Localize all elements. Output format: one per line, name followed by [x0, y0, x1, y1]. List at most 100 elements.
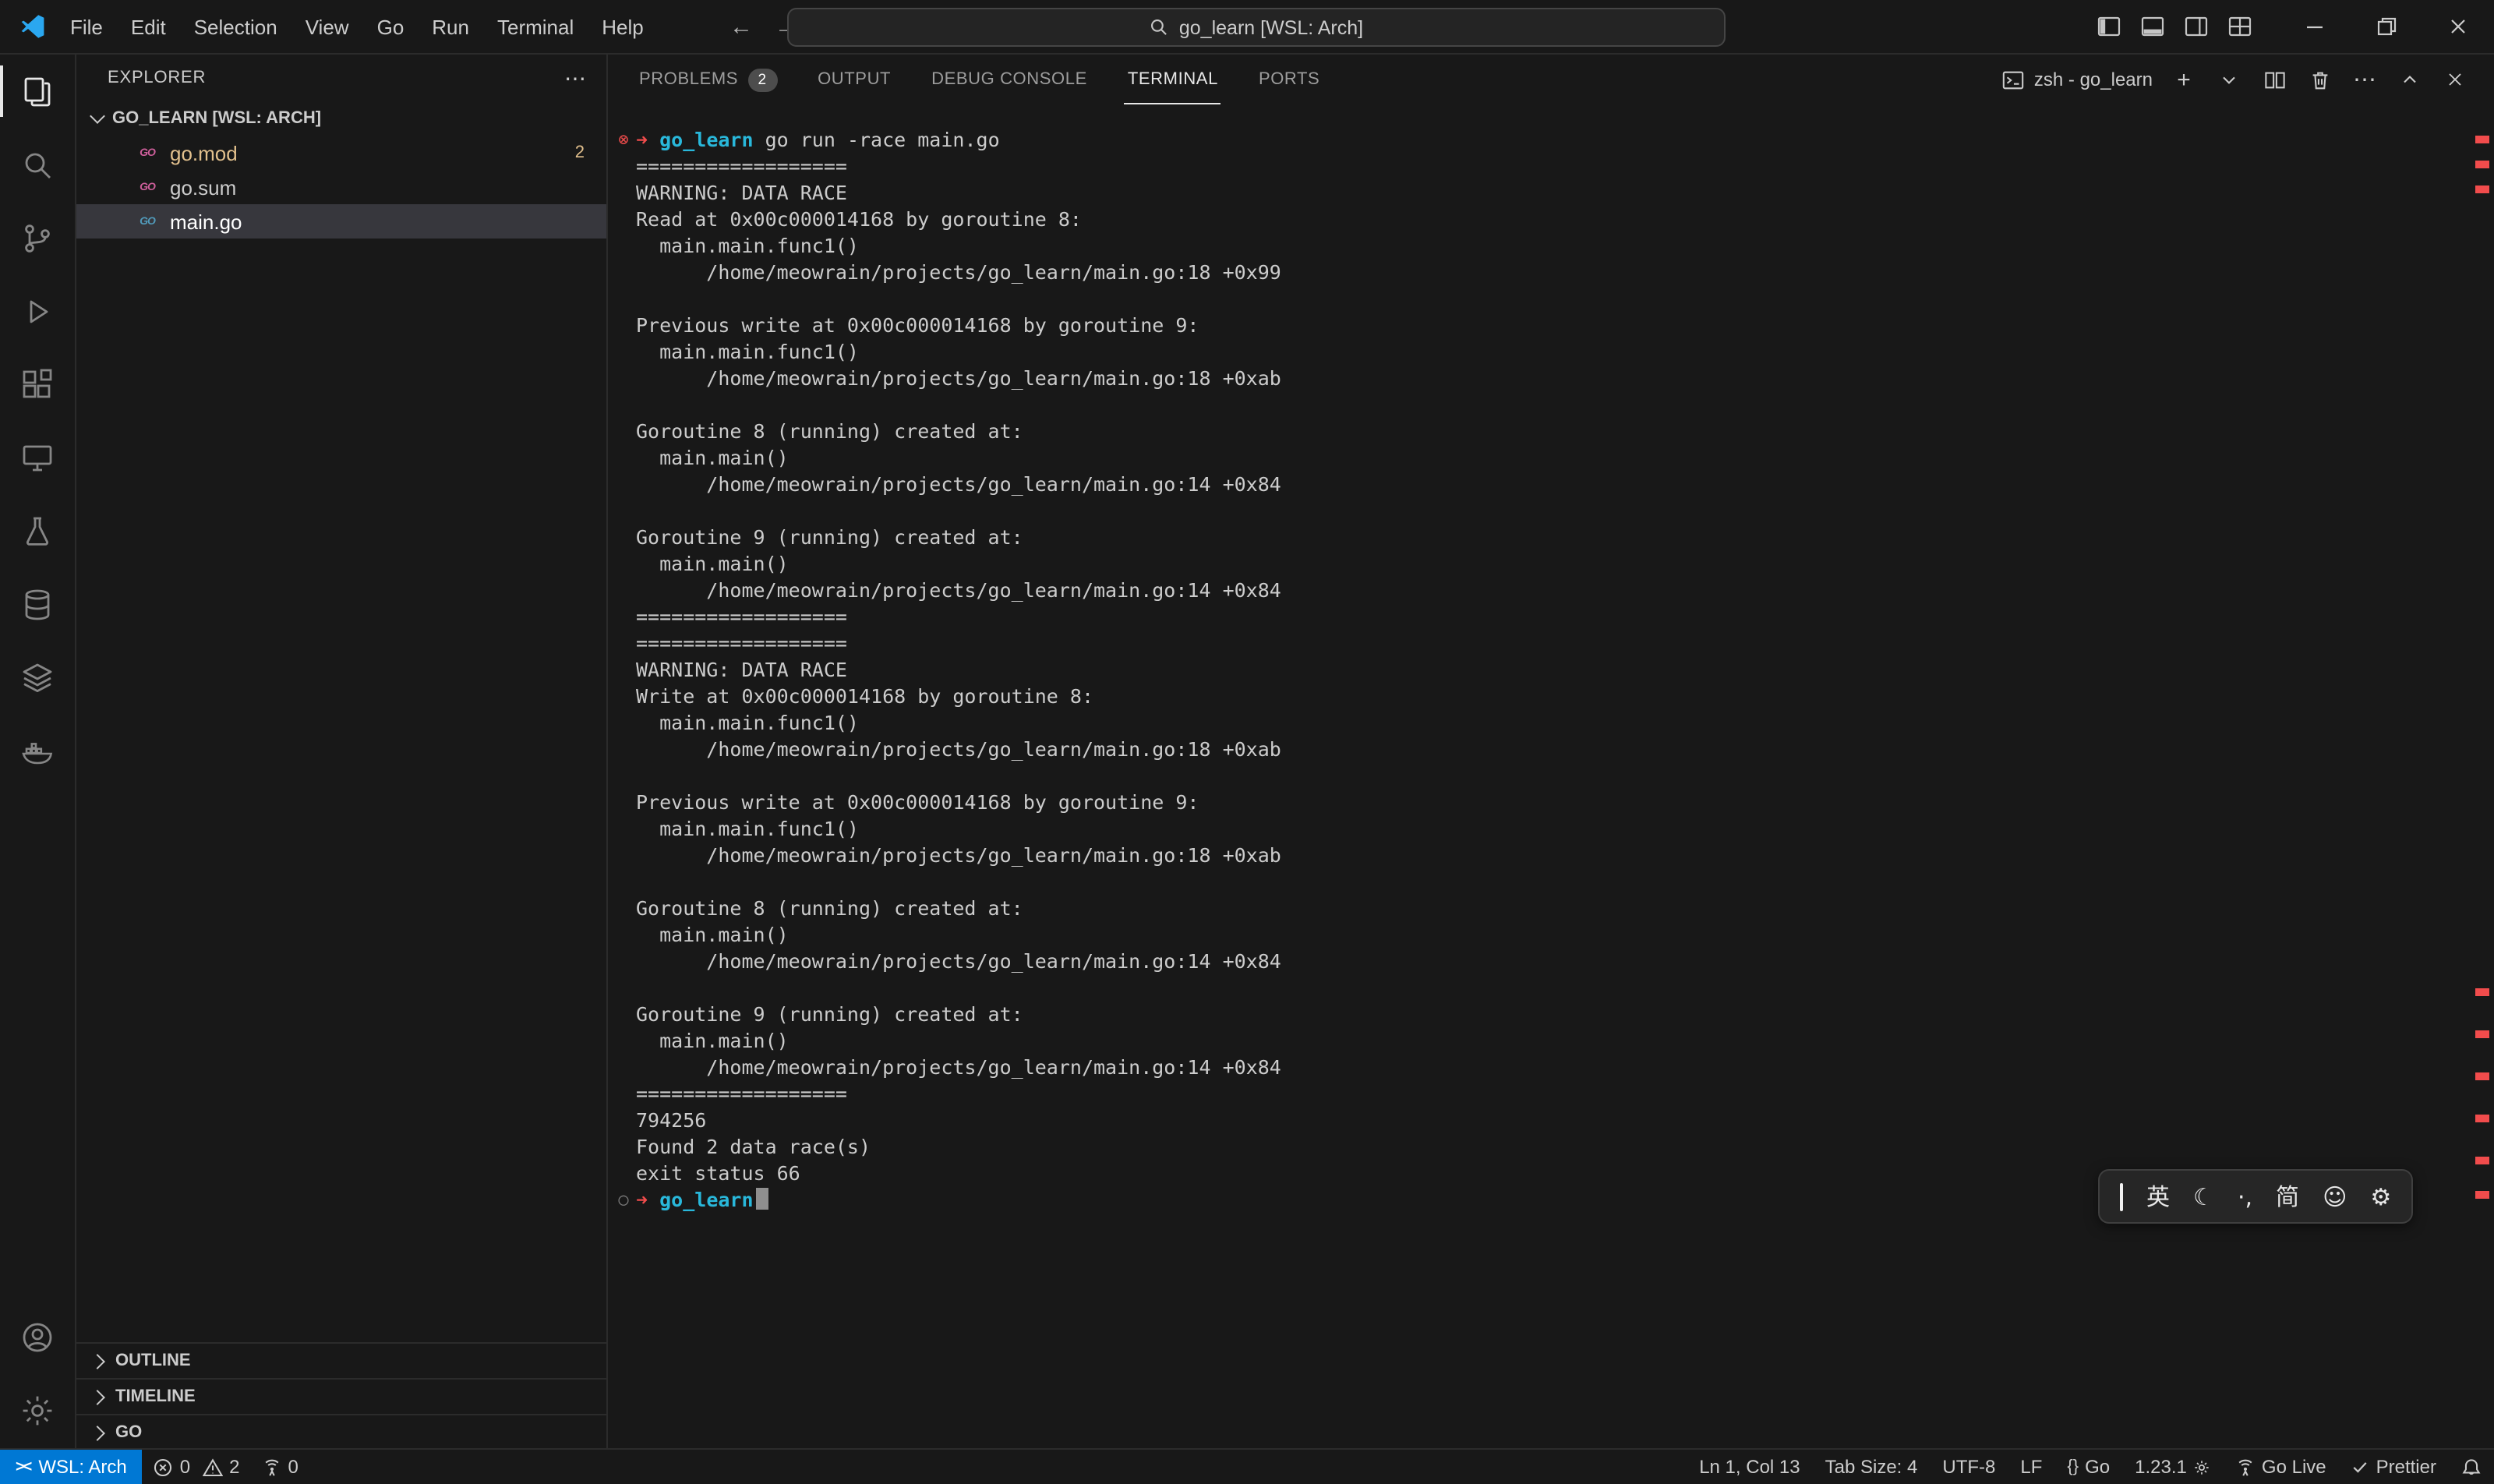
minimize-button[interactable]	[2279, 0, 2351, 53]
language-mode[interactable]: {} Go	[2054, 1450, 2122, 1484]
terminal-line	[636, 285, 2469, 312]
notifications-bell[interactable]	[2449, 1450, 2494, 1484]
source-control-icon[interactable]	[0, 201, 75, 274]
error-count: 0	[180, 1456, 190, 1478]
menubar: File Edit Selection View Go Run Terminal…	[56, 9, 658, 44]
go-file-icon: GO	[136, 147, 159, 158]
terminal-line: main.main()	[636, 921, 2469, 948]
toggle-secondary-sidebar-icon[interactable]	[2179, 9, 2213, 44]
error-mark	[2475, 1191, 2489, 1199]
terminal-line	[636, 868, 2469, 895]
split-terminal-icon[interactable]	[2260, 65, 2288, 94]
tab-ports[interactable]: PORTS	[1256, 55, 1323, 104]
command-decoration[interactable]: ○	[613, 1188, 634, 1211]
terminal-line: /home/meowrain/projects/go_learn/main.go…	[636, 948, 2469, 974]
ime-toolbar: 英 ☾ ·, 简 ☺ ⚙	[2098, 1169, 2413, 1224]
file-list: GOgo.mod2GOgo.sumGOmain.go	[76, 136, 606, 238]
search-text: go_learn [WSL: Arch]	[1179, 16, 1363, 38]
cursor-position[interactable]: Ln 1, Col 13	[1687, 1450, 1812, 1484]
menu-help[interactable]: Help	[588, 9, 658, 44]
problems-status[interactable]: 0 2	[143, 1450, 251, 1484]
testing-icon[interactable]	[0, 494, 75, 567]
settings-gear-icon[interactable]	[0, 1373, 75, 1447]
terminal-profile-dropdown-icon[interactable]	[2215, 65, 2243, 94]
menu-selection[interactable]: Selection	[180, 9, 291, 44]
error-mark	[2475, 161, 2489, 168]
extensions-icon[interactable]	[0, 348, 75, 421]
tab-debug-console[interactable]: DEBUG CONSOLE	[928, 55, 1090, 104]
customize-layout-icon[interactable]	[2223, 9, 2257, 44]
file-main.go[interactable]: GOmain.go	[76, 204, 606, 238]
tab-problems[interactable]: PROBLEMS 2	[636, 55, 780, 104]
tab-problems-label: PROBLEMS	[639, 70, 738, 89]
close-panel-icon[interactable]	[2441, 65, 2469, 94]
ime-moon-icon[interactable]: ☾	[2193, 1182, 2214, 1210]
command-center-search[interactable]: go_learn [WSL: Arch]	[787, 8, 1726, 47]
ime-punctuation-icon[interactable]: ·,	[2238, 1182, 2252, 1210]
menu-go[interactable]: Go	[363, 9, 419, 44]
ports-status[interactable]: 0	[251, 1450, 309, 1484]
file-go.sum[interactable]: GOgo.sum	[76, 170, 606, 204]
workspace-root-folder[interactable]: GO_LEARN [WSL: ARCH]	[76, 101, 606, 136]
section-go[interactable]: GO	[76, 1414, 606, 1450]
new-terminal-icon[interactable]: +	[2170, 65, 2198, 94]
remote-explorer-icon[interactable]	[0, 421, 75, 494]
tab-terminal[interactable]: TERMINAL	[1125, 55, 1221, 104]
terminal-line: Goroutine 9 (running) created at:	[636, 524, 2469, 550]
ime-language-indicator[interactable]: 英	[2146, 1180, 2170, 1213]
menu-terminal[interactable]: Terminal	[483, 9, 588, 44]
kill-terminal-icon[interactable]	[2305, 65, 2333, 94]
explorer-icon[interactable]	[0, 55, 75, 128]
file-go.mod[interactable]: GOgo.mod2	[76, 136, 606, 170]
go-live[interactable]: Go Live	[2223, 1450, 2339, 1484]
overview-ruler[interactable]	[2475, 55, 2491, 1450]
terminal-line: WARNING: DATA RACE	[636, 656, 2469, 683]
chevron-right-icon	[90, 1389, 105, 1404]
menu-view[interactable]: View	[291, 9, 363, 44]
terminal-profile[interactable]: zsh - go_learn	[2001, 68, 2153, 91]
braces-icon: {}	[2067, 1458, 2079, 1476]
menu-file[interactable]: File	[56, 9, 117, 44]
terminal-more-actions-icon[interactable]: ⋯	[2351, 65, 2379, 94]
terminal-line: ==================	[636, 153, 2469, 179]
maximize-restore-button[interactable]	[2351, 0, 2422, 53]
terminal-profile-label: zsh - go_learn	[2034, 69, 2153, 90]
toggle-sidebar-icon[interactable]	[2092, 9, 2126, 44]
prettier-status[interactable]: Prettier	[2339, 1450, 2449, 1484]
navigate-back-icon[interactable]: ←	[729, 13, 753, 40]
run-and-debug-icon[interactable]	[0, 274, 75, 348]
terminal-line: Goroutine 9 (running) created at:	[636, 1001, 2469, 1027]
vscode-logo-icon	[19, 12, 47, 41]
indentation[interactable]: Tab Size: 4	[1813, 1450, 1931, 1484]
toggle-panel-icon[interactable]	[2135, 9, 2170, 44]
section-timeline[interactable]: TIMELINE	[76, 1378, 606, 1414]
terminal-line: ⊗➜ go_learn go run -race main.go	[636, 126, 2469, 153]
menu-edit[interactable]: Edit	[117, 9, 180, 44]
remote-indicator[interactable]: >< WSL: Arch	[0, 1450, 143, 1484]
explorer-more-actions-icon[interactable]: ⋯	[564, 65, 588, 91]
docker-icon[interactable]	[0, 714, 75, 787]
go-file-icon: GO	[136, 182, 159, 193]
warning-count: 2	[229, 1456, 239, 1478]
search-icon	[1150, 17, 1170, 37]
maximize-panel-icon[interactable]	[2396, 65, 2424, 94]
terminal-line: main.main.func1()	[636, 338, 2469, 365]
search-view-icon[interactable]	[0, 128, 75, 201]
terminal[interactable]: ⊗➜ go_learn go run -race main.go========…	[608, 104, 2469, 1450]
ime-simplified-chinese-icon[interactable]: 简	[2276, 1180, 2299, 1213]
eol-sequence[interactable]: LF	[2008, 1450, 2054, 1484]
tab-output[interactable]: OUTPUT	[814, 55, 894, 104]
ime-emoji-icon[interactable]: ☺	[2323, 1182, 2347, 1210]
terminal-line: Goroutine 8 (running) created at:	[636, 418, 2469, 444]
section-outline[interactable]: OUTLINE	[76, 1342, 606, 1378]
layers-icon[interactable]	[0, 641, 75, 714]
ime-settings-icon[interactable]: ⚙	[2370, 1182, 2391, 1210]
encoding[interactable]: UTF-8	[1930, 1450, 2008, 1484]
close-window-button[interactable]	[2422, 0, 2494, 53]
database-icon[interactable]	[0, 567, 75, 641]
error-icon	[154, 1457, 174, 1477]
go-version[interactable]: 1.23.1	[2122, 1450, 2223, 1484]
command-failed-decoration[interactable]: ⊗	[613, 128, 634, 151]
accounts-icon[interactable]	[0, 1300, 75, 1373]
menu-run[interactable]: Run	[418, 9, 483, 44]
